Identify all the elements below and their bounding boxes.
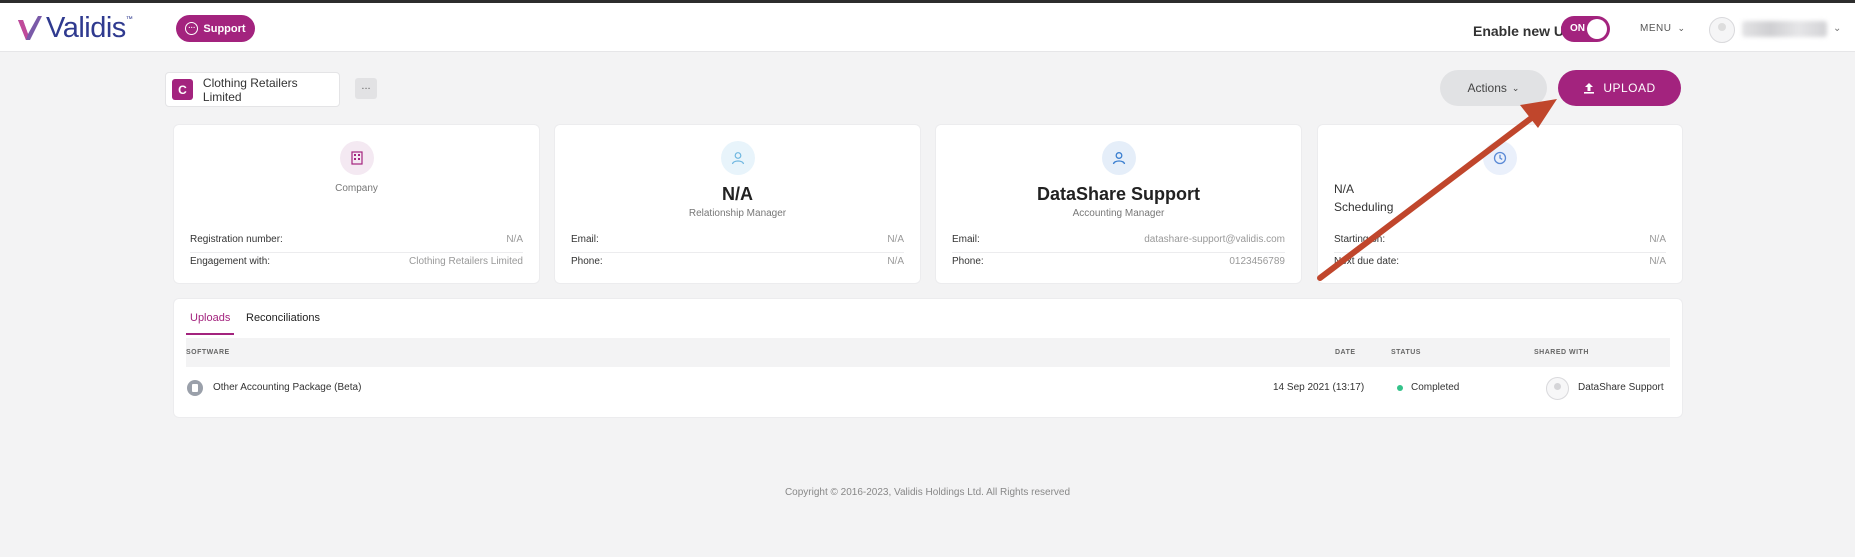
shared-avatar [1546,377,1569,400]
menu-label: MENU [1640,23,1672,34]
card-caption: Company [335,183,378,194]
email-row: Email: datashare-support@validis.com [952,229,1285,249]
validis-logo[interactable]: Validis ™ [16,12,133,44]
starting-on-row: Starting on: N/A [1334,229,1666,249]
chat-icon: ··· [185,22,199,35]
row-label: Email: [571,233,599,245]
engagement-row: Engagement with: Clothing Retailers Limi… [190,251,523,271]
manager-name: DataShare Support [1036,184,1201,204]
company-name: Clothing Retailers Limited [202,75,298,104]
scheduling-card: N/A Scheduling Starting on: N/A Next due… [1318,125,1682,283]
row-label: Next due date: [1334,255,1400,267]
user-icon [1101,141,1136,175]
row-label: Email: [952,233,980,245]
company-selector[interactable]: C Clothing Retailers Limited [165,72,340,107]
building-icon [339,141,374,175]
registration-row: Registration number: N/A [190,229,523,249]
logo-trademark: ™ [125,16,133,23]
header-software[interactable]: SOFTWARE [186,349,230,356]
table-header: SOFTWARE DATE STATUS SHARED WITH [186,338,1670,367]
user-chevron-down-icon[interactable]: ⌄ [1833,23,1841,34]
accounting-manager-card: DataShare Support Accounting Manager Ema… [936,125,1301,283]
email-row: Email: N/A [571,229,904,249]
card-caption: Accounting Manager [1072,208,1165,219]
header-shared-with[interactable]: SHARED WITH [1534,349,1589,356]
card-caption: Relationship Manager [688,208,787,219]
menu-button[interactable]: MENU ⌄ [1640,23,1686,34]
row-value: N/A [887,255,904,267]
software-name: Other Accounting Package (Beta) [213,382,362,393]
row-value: N/A [1649,233,1666,245]
toggle-knob [1587,19,1607,39]
chevron-down-icon: ⌄ [1677,23,1686,33]
header-date[interactable]: DATE [1335,349,1356,356]
table-row[interactable]: Other Accounting Package (Beta) 14 Sep 2… [186,371,1670,405]
row-label: Engagement with: [190,255,271,267]
support-label: Support [203,22,246,35]
row-value: N/A [506,233,523,245]
relationship-manager-card: N/A Relationship Manager Email: N/A Phon… [555,125,920,283]
tab-uploads[interactable]: Uploads [190,312,230,324]
row-label: Phone: [952,255,984,267]
row-value: N/A [1649,255,1666,267]
status-dot [1397,385,1403,391]
new-ui-toggle[interactable]: ON [1561,16,1610,42]
chevron-down-icon: ⌄ [1511,82,1520,93]
row-label: Registration number: [190,233,283,245]
shared-with-name: DataShare Support [1578,382,1664,393]
top-header: Validis ™ ··· Support Enable new UI ON M… [0,3,1855,52]
status-text: Completed [1411,382,1460,393]
phone-row: Phone: N/A [571,251,904,271]
upload-date: 14 Sep 2021 (13:17) [1273,382,1365,393]
footer-copyright: Copyright © 2016-2023, Validis Holdings … [784,487,1071,498]
schedule-value: N/A [1334,182,1355,196]
clock-icon [1483,141,1517,175]
row-label: Phone: [571,255,603,267]
actions-button[interactable]: Actions ⌄ [1440,70,1547,106]
upload-button[interactable]: UPLOAD [1558,70,1681,106]
phone-row: Phone: 0123456789 [952,251,1285,271]
row-value: Clothing Retailers Limited [409,255,523,267]
row-value: N/A [887,233,904,245]
upload-icon [1584,83,1595,94]
row-label: Starting on: [1334,233,1386,245]
card-caption: Scheduling [1334,200,1394,214]
support-button[interactable]: ··· Support [176,15,255,42]
row-value: 0123456789 [1229,255,1285,267]
header-status[interactable]: STATUS [1391,349,1421,356]
logo-text: Validis [46,11,126,44]
upload-label: UPLOAD [1603,81,1656,95]
email-link[interactable]: datashare-support@validis.com [1144,234,1285,245]
validis-logo-icon [18,16,42,40]
tab-reconciliations[interactable]: Reconciliations [246,312,320,324]
more-options-button[interactable]: ... [355,78,377,99]
toggle-on-label: ON [1570,23,1585,34]
company-initial-icon: C [172,79,193,100]
user-icon [720,141,755,175]
company-card: Company Registration number: N/A Engagem… [174,125,539,283]
next-due-row: Next due date: N/A [1334,251,1666,271]
actions-label: Actions [1467,81,1507,95]
manager-name: N/A [722,184,753,204]
enable-new-ui-label: Enable new UI [1473,23,1568,39]
document-icon [187,380,203,396]
user-name-redacted[interactable] [1742,21,1827,37]
uploads-panel: Uploads Reconciliations SOFTWARE DATE ST… [174,299,1682,417]
user-avatar[interactable] [1709,17,1735,43]
active-tab-indicator [186,333,234,335]
